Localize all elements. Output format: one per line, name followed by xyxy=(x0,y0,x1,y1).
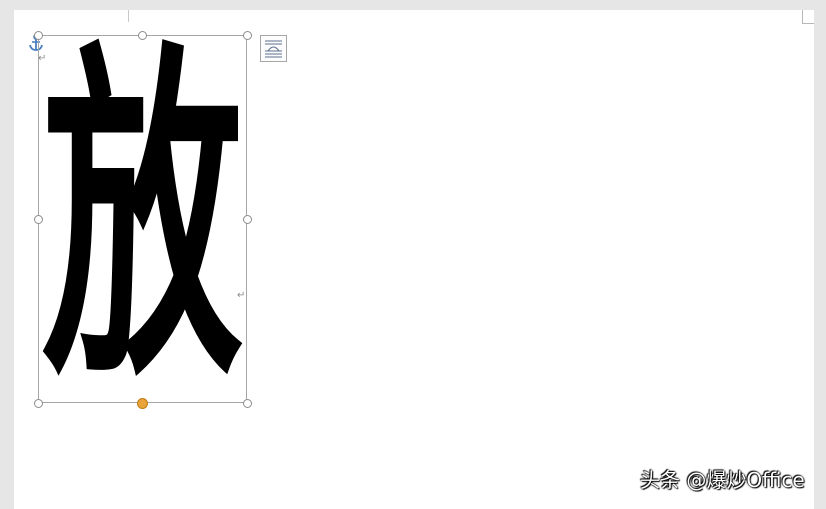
resize-handle-bottom-left[interactable] xyxy=(34,399,43,408)
text-box-content[interactable]: 放 xyxy=(39,36,246,402)
resize-handle-top-center[interactable] xyxy=(138,31,147,40)
layout-options-button[interactable] xyxy=(260,35,287,62)
margin-marker xyxy=(128,10,129,22)
resize-handle-top-right[interactable] xyxy=(243,31,252,40)
text-box[interactable]: 放 xyxy=(38,35,247,403)
large-character: 放 xyxy=(42,36,243,402)
layout-options-icon xyxy=(265,40,282,58)
resize-handle-bottom-right[interactable] xyxy=(243,399,252,408)
resize-handle-middle-left[interactable] xyxy=(34,215,43,224)
rotate-handle[interactable] xyxy=(137,398,148,409)
margin-corner-mark xyxy=(802,10,814,24)
resize-handle-middle-right[interactable] xyxy=(243,215,252,224)
document-page[interactable]: ↵ 放 ↵ xyxy=(14,10,814,509)
paragraph-mark-in-box: ↵ xyxy=(237,290,246,301)
resize-handle-top-left[interactable] xyxy=(34,31,43,40)
watermark: 头条 @爆炒Office xyxy=(640,468,805,492)
